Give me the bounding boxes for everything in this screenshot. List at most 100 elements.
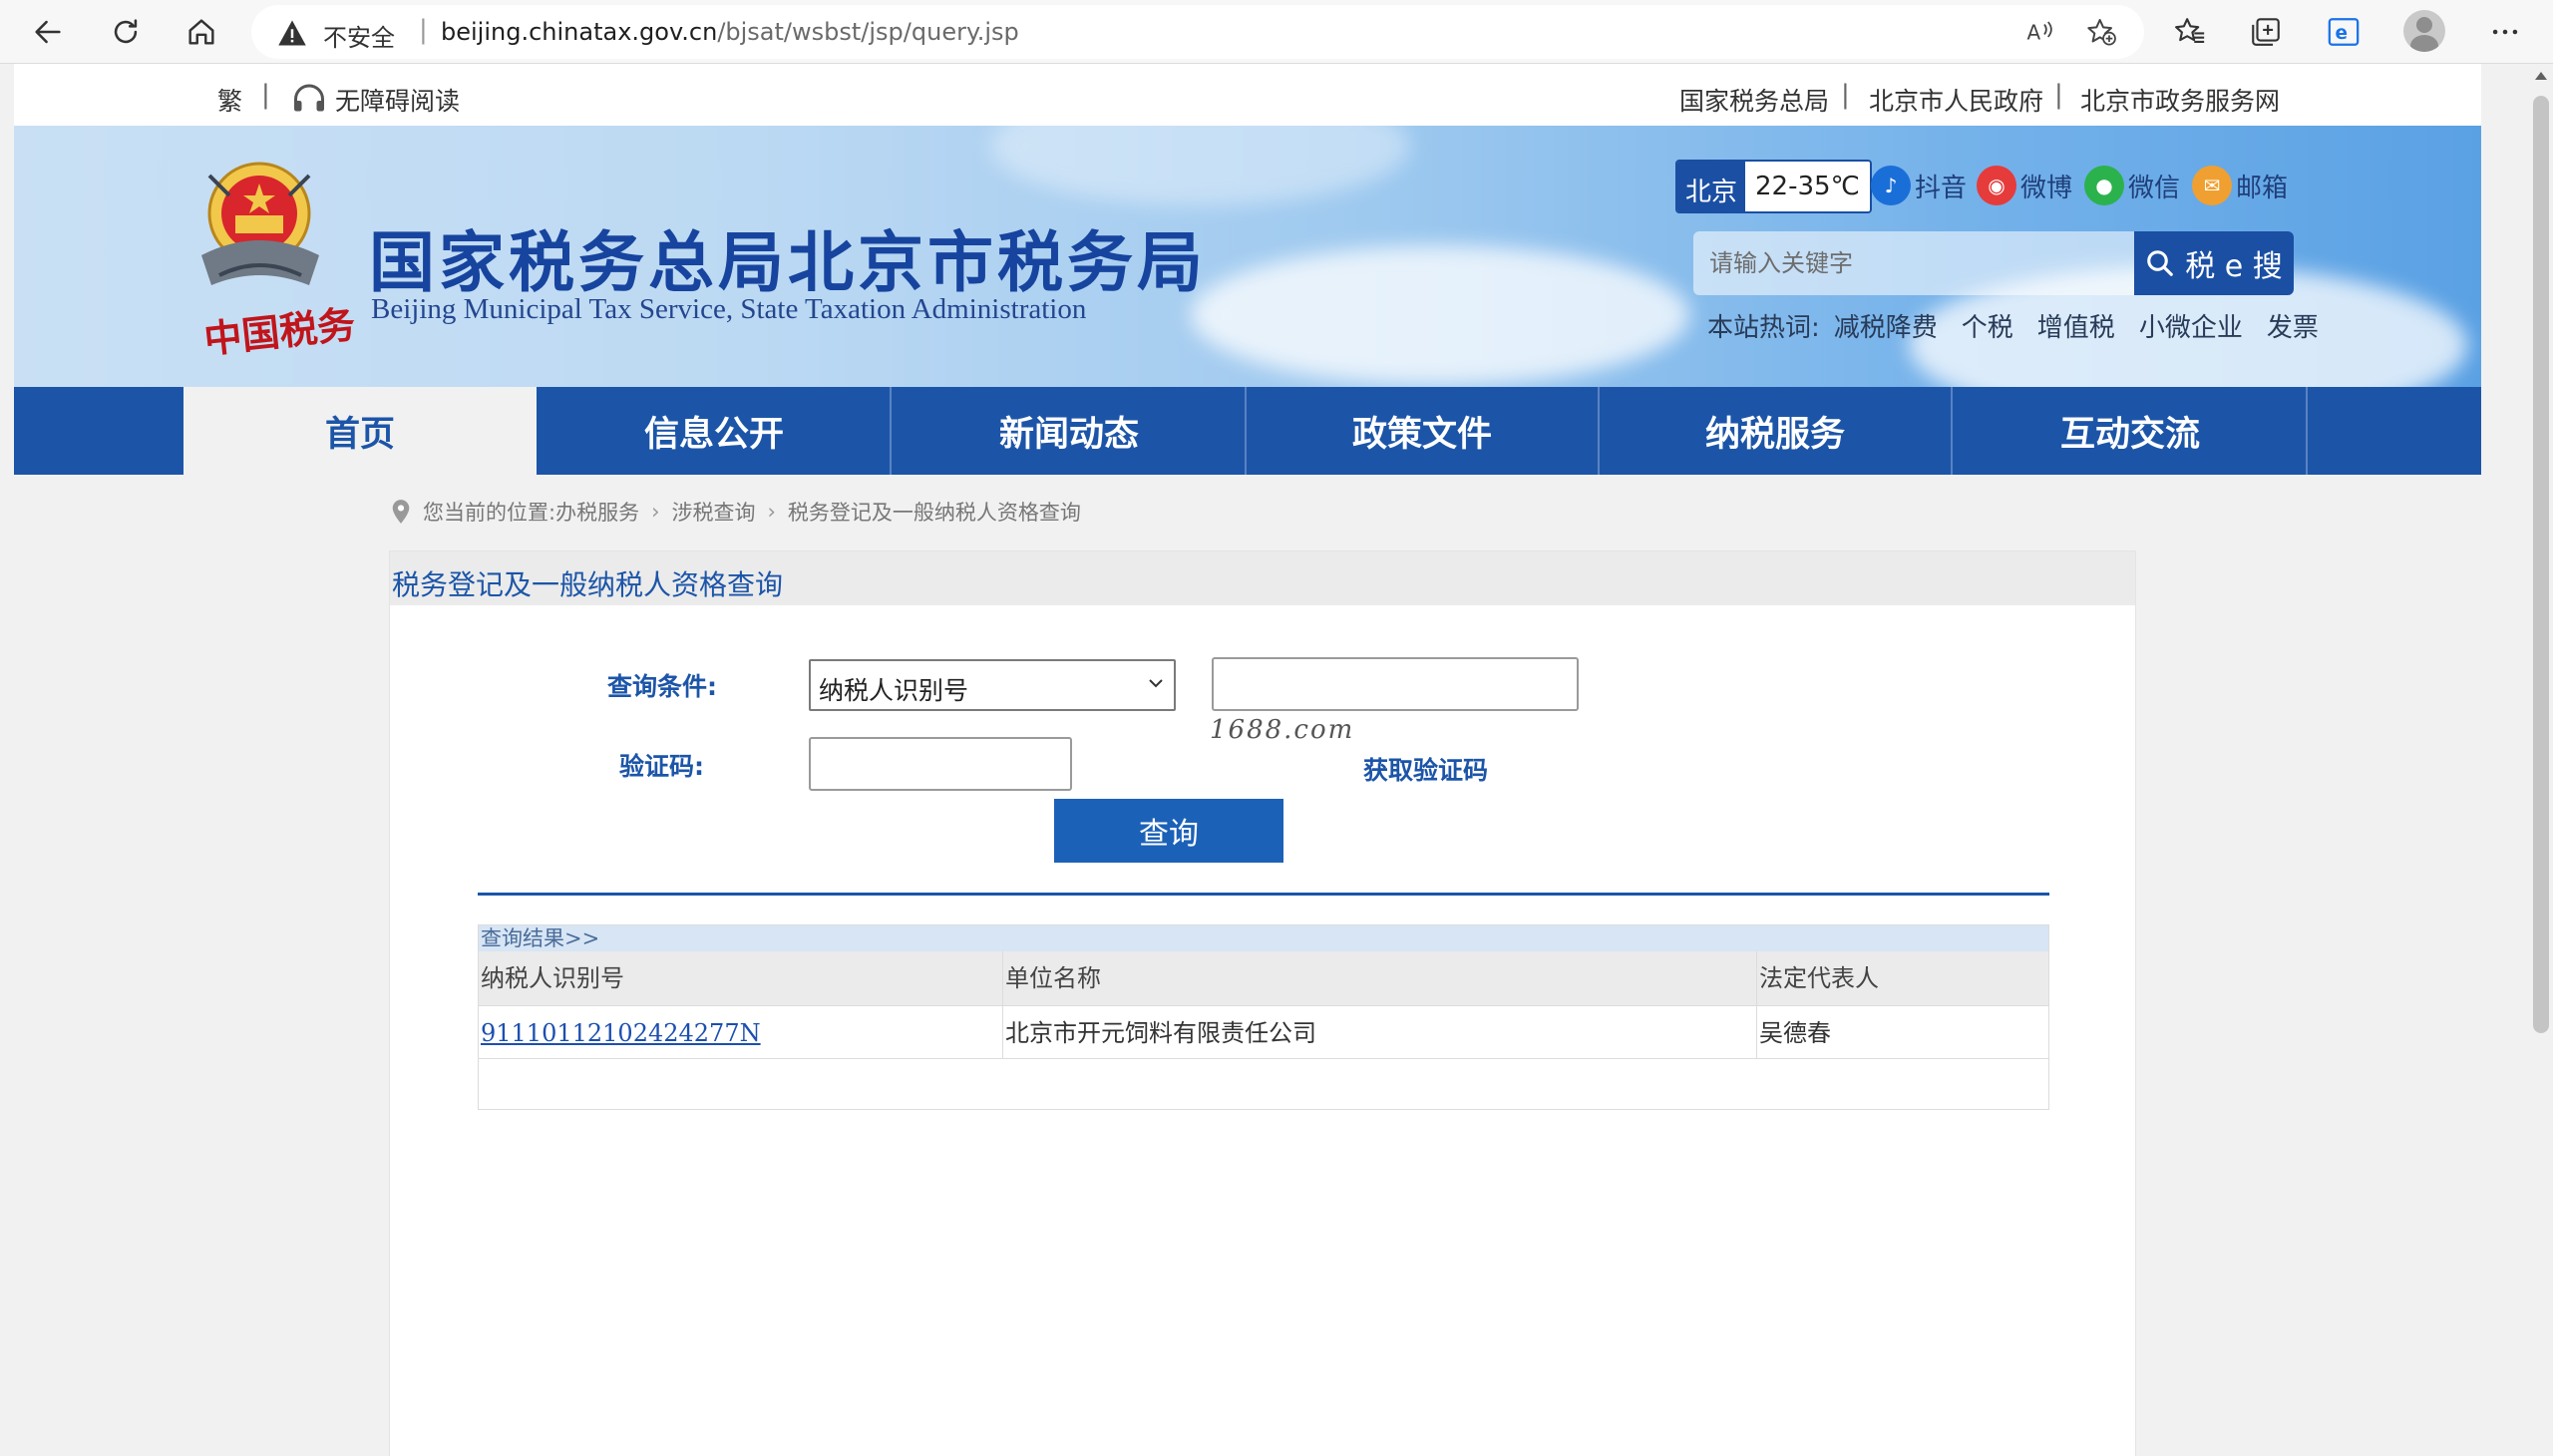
weibo-label: 微博 — [2020, 173, 2073, 203]
breadcrumb-prefix: 您当前的位置: — [423, 501, 556, 525]
scroll-thumb[interactable] — [2533, 96, 2549, 1033]
collections-icon[interactable] — [2246, 12, 2286, 52]
page-scrollbar[interactable] — [2529, 64, 2553, 1456]
query-panel: 税务登记及一般纳税人资格查询 查询条件: 纳税人识别号 1688.com 验证码… — [389, 550, 2136, 1456]
breadcrumb-item[interactable]: 涉税查询 — [671, 497, 755, 527]
url-path: /bjsat/wsbst/jsp/query.jsp — [717, 18, 1019, 46]
header-banner: 中国税务 国家税务总局北京市税务局 Beijing Municipal Tax … — [14, 126, 2481, 387]
hot-words-label: 本站热词: — [1707, 313, 1820, 343]
link-beijing-service[interactable]: 北京市政务服务网 — [2080, 82, 2280, 118]
douyin-link[interactable]: ♪ 抖音 — [1871, 164, 1967, 207]
mail-icon: ✉ — [2192, 166, 2232, 205]
svg-text:e: e — [2336, 23, 2348, 44]
breadcrumb: 您当前的位置: 办税服务 › 涉税查询 › 税务登记及一般纳税人资格查询 — [391, 497, 1081, 527]
home-icon[interactable] — [178, 8, 225, 56]
favorites-icon[interactable] — [2170, 12, 2210, 52]
nav-item-info[interactable]: 信息公开 — [539, 387, 892, 475]
hot-words: 本站热词: 减税降费 个税 增值税 小微企业 发票 — [1707, 307, 2343, 344]
location-pin-icon — [392, 500, 410, 524]
banner-cloud — [1191, 245, 1689, 385]
table-cell: 北京市开元饲料有限责任公司 — [1003, 1005, 1757, 1059]
security-label[interactable]: 不安全 — [323, 18, 395, 53]
utility-separator: | — [261, 80, 270, 110]
chevron-down-icon — [1149, 679, 1163, 688]
breadcrumb-separator-icon: › — [767, 500, 776, 524]
table-cell: 吴德春 — [1757, 1005, 2048, 1059]
hot-word[interactable]: 发票 — [2267, 313, 2319, 343]
douyin-label: 抖音 — [1915, 173, 1968, 203]
weather-city: 北京 — [1677, 162, 1746, 211]
hot-word[interactable]: 小微企业 — [2139, 313, 2243, 343]
traditional-chinese-link[interactable]: 繁 — [217, 82, 242, 118]
nav-item-home[interactable]: 首页 — [183, 387, 537, 475]
column-header: 纳税人识别号 — [479, 951, 1003, 1005]
hot-word[interactable]: 减税降费 — [1834, 313, 1938, 343]
link-beijing-gov[interactable]: 北京市人民政府 — [1869, 82, 2043, 118]
address-bar[interactable]: 不安全 | beijing.chinatax.gov.cn/bjsat/wsbs… — [251, 5, 2144, 59]
site-title: 国家税务总局北京市税务局 — [369, 224, 1207, 301]
accessibility-link[interactable]: 无障碍阅读 — [335, 82, 460, 118]
query-button[interactable]: 查询 — [1054, 799, 1283, 863]
wechat-icon: ● — [2084, 166, 2124, 205]
weather-temp: 22-35℃ — [1745, 162, 1870, 211]
edge-icon[interactable]: e — [2324, 12, 2364, 52]
breadcrumb-separator-icon: › — [651, 500, 660, 524]
profile-avatar[interactable] — [2403, 10, 2445, 52]
site-subtitle: Beijing Municipal Tax Service, State Tax… — [371, 293, 1087, 325]
nav-item-news[interactable]: 新闻动态 — [894, 387, 1247, 475]
douyin-icon: ♪ — [1871, 166, 1911, 205]
url-separator: | — [419, 15, 428, 45]
scroll-up-icon[interactable] — [2535, 72, 2547, 80]
panel-title: 税务登记及一般纳税人资格查询 — [392, 568, 784, 601]
more-icon[interactable] — [2485, 12, 2525, 52]
weather-widget: 北京 22-35℃ — [1675, 160, 1872, 213]
get-captcha-link[interactable]: 获取验证码 — [1363, 751, 1488, 787]
svg-text:A: A — [2027, 21, 2041, 45]
hot-word[interactable]: 个税 — [1962, 313, 2013, 343]
captcha-label: 验证码: — [619, 752, 704, 781]
captcha-image[interactable]: 1688.com — [1210, 715, 1354, 745]
table-cell: 91110112102424277N — [479, 1005, 1003, 1059]
query-type-select[interactable]: 纳税人识别号 — [809, 659, 1176, 711]
warning-icon[interactable] — [277, 19, 307, 47]
nav-item-interaction[interactable]: 互动交流 — [1955, 387, 2308, 475]
results-table: 查询结果>> 纳税人识别号 单位名称 法定代表人 911101121024242… — [478, 924, 2049, 1110]
read-aloud-icon[interactable]: A — [2022, 15, 2056, 49]
wechat-link[interactable]: ● 微信 — [2084, 164, 2180, 207]
mail-link[interactable]: ✉ 邮箱 — [2192, 164, 2288, 207]
breadcrumb-item-current: 税务登记及一般纳税人资格查询 — [787, 501, 1081, 525]
nav-item-tax-service[interactable]: 纳税服务 — [1600, 387, 1953, 475]
search-icon — [2147, 250, 2174, 276]
browser-toolbar: 不安全 | beijing.chinatax.gov.cn/bjsat/wsbs… — [0, 0, 2553, 64]
search-button-label: 税 e 搜 — [2185, 249, 2283, 284]
mail-label: 邮箱 — [2236, 173, 2289, 203]
form-divider — [478, 893, 2049, 896]
nav-item-policy[interactable]: 政策文件 — [1247, 387, 1600, 475]
wechat-label: 微信 — [2128, 173, 2181, 203]
back-icon[interactable] — [24, 8, 72, 56]
url-text[interactable]: beijing.chinatax.gov.cn/bjsat/wsbst/jsp/… — [441, 18, 1019, 46]
query-type-value: 纳税人识别号 — [819, 676, 969, 705]
url-host: beijing.chinatax.gov.cn — [441, 18, 718, 46]
column-header: 单位名称 — [1003, 951, 1757, 1005]
site-search-button[interactable]: 税 e 搜 — [2134, 231, 2294, 295]
add-favorite-icon[interactable] — [2084, 15, 2118, 49]
banner-cloud — [991, 126, 1410, 205]
query-condition-label: 查询条件: — [607, 672, 717, 701]
link-sta[interactable]: 国家税务总局 — [1679, 82, 1829, 118]
weibo-link[interactable]: ◉ 微博 — [1977, 164, 2072, 207]
breadcrumb-item[interactable]: 办税服务 — [555, 497, 639, 527]
results-caption: 查询结果>> — [479, 925, 2048, 951]
utility-separator: | — [1841, 80, 1850, 110]
taxpayer-id-link[interactable]: 91110112102424277N — [481, 1019, 761, 1047]
hot-word[interactable]: 增值税 — [2037, 313, 2115, 343]
main-nav: 首页 信息公开 新闻动态 政策文件 纳税服务 互动交流 — [14, 387, 2481, 475]
panel-header: 税务登记及一般纳税人资格查询 — [390, 551, 2135, 605]
weibo-icon: ◉ — [1977, 166, 2016, 205]
query-value-input[interactable] — [1212, 657, 1579, 711]
refresh-icon[interactable] — [102, 8, 150, 56]
captcha-input[interactable] — [809, 737, 1072, 791]
site-search-input[interactable] — [1693, 231, 2152, 295]
column-header: 法定代表人 — [1757, 951, 2048, 1005]
utility-separator: | — [2054, 80, 2063, 110]
